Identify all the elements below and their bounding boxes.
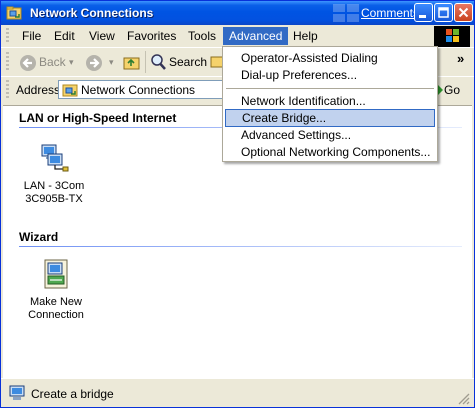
toolbar-separator	[145, 51, 146, 73]
lan-connection-label-line1: LAN - 3Com	[23, 180, 85, 192]
status-bar: Create a bridge	[1, 378, 474, 407]
computer-status-icon	[9, 385, 25, 400]
go-button[interactable]: Go	[444, 83, 460, 97]
group-header-wizard: Wizard	[19, 230, 59, 244]
lan-connection-icon	[41, 144, 69, 172]
menu-advanced-settings[interactable]: Advanced Settings...	[225, 126, 435, 144]
addressbar-grip[interactable]	[6, 80, 9, 100]
new-connection-wizard-icon	[44, 259, 68, 289]
menubar-grip[interactable]	[6, 28, 9, 44]
maximize-icon	[438, 7, 449, 18]
network-folder-icon	[6, 6, 22, 20]
lan-connection-item[interactable]: LAN - 3Com 3C905B-TX	[14, 142, 94, 206]
back-arrow-icon[interactable]	[19, 54, 37, 72]
back-button[interactable]: Back	[39, 54, 66, 70]
menu-edit[interactable]: Edit	[48, 27, 81, 45]
maximize-button[interactable]	[434, 3, 453, 22]
status-text: Create a bridge	[31, 387, 114, 401]
title-bar[interactable]: Network Connections Comments?	[1, 1, 474, 25]
menu-separator	[226, 88, 434, 89]
menu-network-identification[interactable]: Network Identification...	[225, 92, 435, 110]
network-connections-window: Network Connections Comments? File Edit …	[0, 0, 475, 408]
menu-favorites[interactable]: Favorites	[121, 27, 182, 45]
address-value: Network Connections	[81, 83, 196, 97]
make-new-connection-label-line2: Connection	[28, 309, 84, 321]
menu-advanced[interactable]: Advanced	[223, 27, 289, 45]
windows-logo-throbber	[434, 26, 470, 47]
window-title: Network Connections	[30, 6, 154, 20]
network-folder-icon	[62, 84, 78, 97]
menu-bar: File Edit View Favorites Tools Advanced …	[1, 25, 474, 48]
resize-grip-icon[interactable]	[456, 391, 470, 405]
menu-optional-networking-components[interactable]: Optional Networking Components...	[225, 143, 435, 161]
toolbar-more-chevron-icon[interactable]: »	[457, 51, 464, 66]
make-new-connection-label-line1: Make New	[30, 296, 82, 308]
toolbar-grip[interactable]	[6, 52, 9, 72]
address-label: Address	[16, 83, 61, 97]
menu-help[interactable]: Help	[287, 27, 324, 45]
up-folder-icon[interactable]	[123, 54, 141, 71]
forward-dropdown-chevron-icon[interactable]: ▾	[109, 54, 114, 70]
back-dropdown-chevron-icon[interactable]: ▾	[69, 54, 74, 70]
make-new-connection-item[interactable]: Make New Connection	[16, 258, 96, 322]
minimize-button[interactable]	[414, 3, 433, 22]
windows-flag-watermark-icon	[333, 4, 359, 22]
close-button[interactable]	[454, 3, 473, 22]
menu-operator-assisted-dialing[interactable]: Operator-Assisted Dialing	[225, 49, 435, 67]
minimize-icon	[419, 15, 426, 18]
menu-view[interactable]: View	[83, 27, 121, 45]
lan-connection-label-line2: 3C905B-TX	[25, 193, 83, 205]
advanced-menu-dropdown: Operator-Assisted Dialing Dial-up Prefer…	[222, 46, 438, 162]
close-icon	[458, 7, 469, 18]
search-icon[interactable]	[150, 53, 167, 71]
menu-create-bridge[interactable]: Create Bridge...	[225, 109, 435, 127]
menu-dialup-preferences[interactable]: Dial-up Preferences...	[225, 66, 435, 84]
group-divider	[19, 246, 462, 247]
group-header-lan: LAN or High-Speed Internet	[19, 111, 177, 125]
windows-flag-icon	[446, 29, 459, 42]
menu-file[interactable]: File	[16, 27, 47, 45]
menu-tools[interactable]: Tools	[182, 27, 222, 45]
forward-arrow-icon[interactable]	[85, 54, 103, 72]
search-button[interactable]: Search	[169, 54, 207, 70]
